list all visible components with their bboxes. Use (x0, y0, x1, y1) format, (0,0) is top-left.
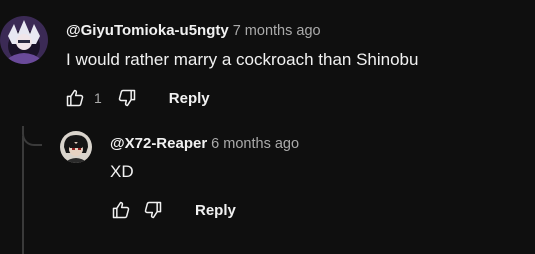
thumbs-up-icon (112, 201, 130, 219)
reply-header: @X72-Reaper 6 months ago (110, 134, 299, 154)
thread-connector (22, 126, 42, 146)
reply-reply-button[interactable]: Reply (195, 202, 236, 219)
thumbs-down-icon (144, 201, 162, 219)
like-button[interactable] (64, 87, 86, 109)
comment-avatar[interactable] (0, 16, 48, 64)
reply-text: XD (110, 162, 134, 181)
reply-dislike-button[interactable] (142, 199, 164, 221)
comment-actions: 1 Reply (64, 86, 210, 110)
comment-timestamp[interactable]: 7 months ago (233, 23, 321, 39)
user-avatar-icon (0, 16, 48, 64)
comment-author[interactable]: @GiyuTomioka-u5ngty (66, 22, 229, 39)
reply-author[interactable]: @X72-Reaper (110, 135, 207, 152)
reply-timestamp[interactable]: 6 months ago (211, 136, 299, 152)
reply-actions: Reply (110, 198, 236, 222)
dislike-button[interactable] (116, 87, 138, 109)
user-avatar-icon (60, 131, 92, 163)
reply-like-button[interactable] (110, 199, 132, 221)
comment-header: @GiyuTomioka-u5ngty 7 months ago (66, 21, 321, 41)
thumbs-up-icon (66, 89, 84, 107)
thread-line (22, 136, 24, 254)
thumbs-down-icon (118, 89, 136, 107)
reply-button[interactable]: Reply (169, 90, 210, 107)
like-count: 1 (94, 90, 102, 106)
reply-avatar[interactable] (60, 131, 92, 163)
comment-text: I would rather marry a cockroach than Sh… (66, 50, 419, 69)
